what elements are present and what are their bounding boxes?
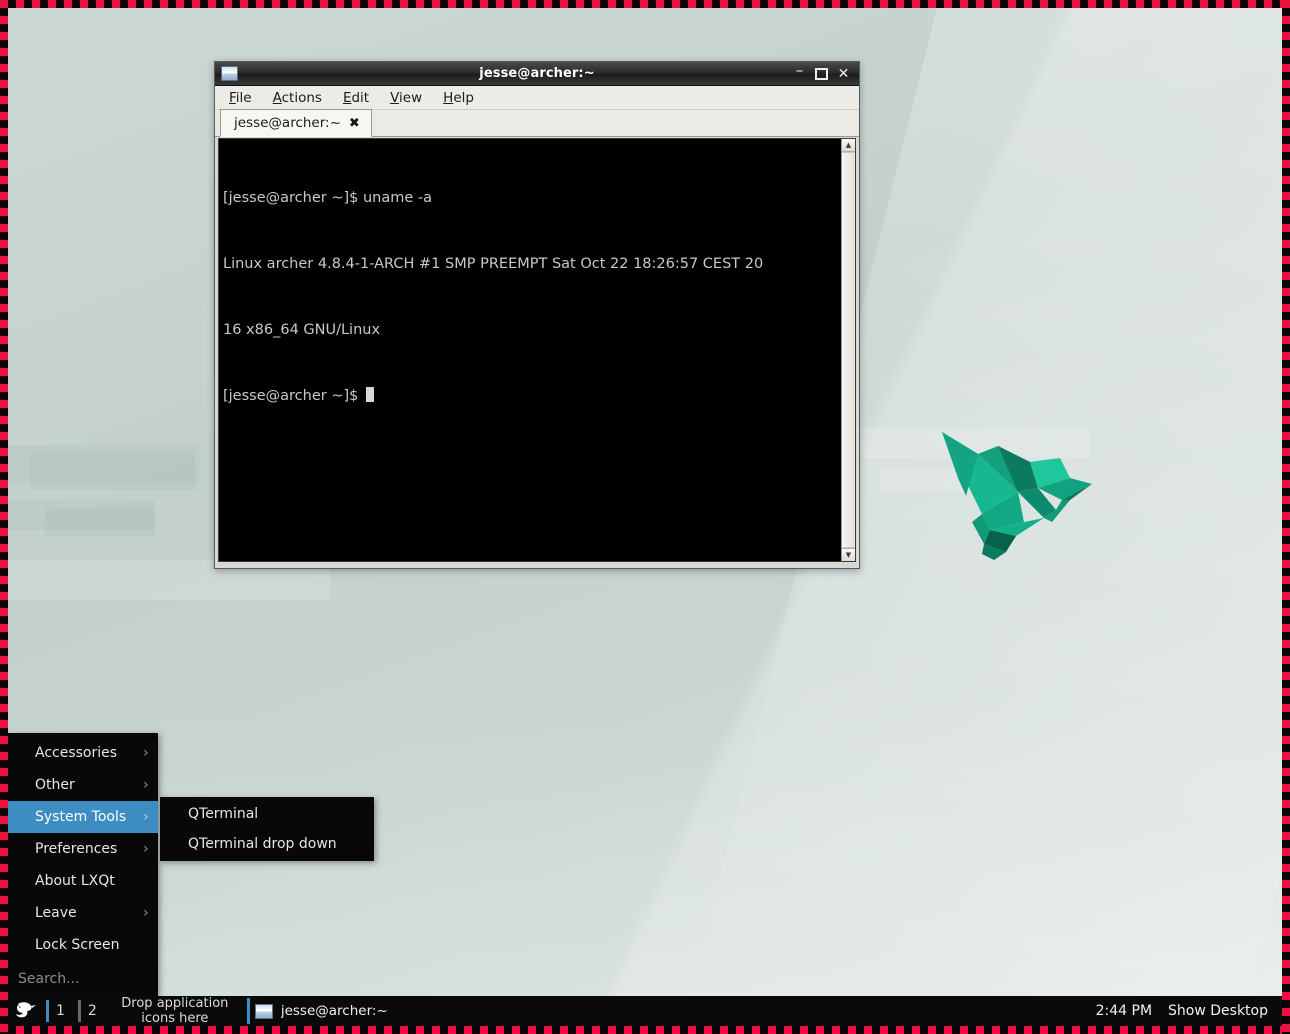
wallpaper-band-3 bbox=[0, 500, 155, 530]
screen-border-top bbox=[0, 0, 1290, 8]
menu-view[interactable]: View bbox=[390, 90, 422, 106]
wallpaper-band-1 bbox=[0, 445, 200, 483]
desktop[interactable]: jesse@archer:~ – ✕ File Actions Edit Vie… bbox=[0, 0, 1290, 1034]
terminal-body[interactable]: [jesse@archer ~]$ uname -a Linux archer … bbox=[218, 138, 856, 562]
scroll-down-icon[interactable]: ▼ bbox=[842, 548, 855, 561]
terminal-window-icon bbox=[254, 1003, 273, 1019]
menu-item-leave[interactable]: Leave › bbox=[7, 897, 158, 929]
menu-search-input[interactable]: Search... bbox=[7, 961, 158, 997]
terminal-menubar[interactable]: File Actions Edit View Help bbox=[215, 86, 859, 110]
chevron-right-icon: › bbox=[143, 809, 149, 825]
workspace-label: 2 bbox=[87, 1003, 97, 1019]
screen-border-bottom bbox=[0, 1026, 1290, 1034]
tab-close-icon[interactable]: ✖ bbox=[349, 116, 360, 131]
menu-edit[interactable]: Edit bbox=[343, 90, 369, 106]
hummingbird-icon bbox=[942, 432, 1092, 560]
menu-item-label: Preferences bbox=[35, 841, 118, 857]
window-list[interactable]: jesse@archer:~ bbox=[244, 996, 1080, 1026]
menu-item-preferences[interactable]: Preferences › bbox=[7, 833, 158, 865]
clock[interactable]: 2:44 PM bbox=[1080, 1003, 1168, 1019]
quicklaunch-dropzone[interactable]: Drop application icons here bbox=[106, 996, 244, 1026]
workspace-switcher[interactable]: 1 2 bbox=[42, 999, 106, 1023]
close-icon[interactable]: ✕ bbox=[837, 67, 850, 81]
terminal-tabbar[interactable]: jesse@archer:~ ✖ bbox=[215, 109, 859, 137]
menu-item-label: Leave bbox=[35, 905, 77, 921]
terminal-window[interactable]: jesse@archer:~ – ✕ File Actions Edit Vie… bbox=[214, 61, 860, 569]
scrollbar-thumb[interactable] bbox=[842, 152, 855, 548]
menu-actions[interactable]: Actions bbox=[273, 90, 322, 106]
terminal-titlebar[interactable]: jesse@archer:~ – ✕ bbox=[215, 62, 859, 86]
menu-item-system-tools[interactable]: System Tools › bbox=[7, 801, 158, 833]
terminal-output[interactable]: [jesse@archer ~]$ uname -a Linux archer … bbox=[219, 139, 841, 561]
lxqt-bird-logo-icon[interactable] bbox=[8, 996, 42, 1026]
terminal-tab-label: jesse@archer:~ bbox=[234, 115, 341, 131]
terminal-line: 16 x86_64 GNU/Linux bbox=[223, 322, 381, 338]
chevron-right-icon: › bbox=[143, 777, 149, 793]
wallpaper-band-2 bbox=[30, 452, 195, 490]
chevron-right-icon: › bbox=[143, 841, 149, 857]
workspace-2[interactable]: 2 bbox=[74, 999, 106, 1023]
show-desktop-button[interactable]: Show Desktop bbox=[1168, 1003, 1282, 1019]
maximize-icon[interactable] bbox=[815, 68, 828, 80]
taskbar-window-label: jesse@archer:~ bbox=[280, 1003, 388, 1019]
wallpaper-band-4 bbox=[45, 508, 155, 536]
menu-item-lock-screen[interactable]: Lock Screen bbox=[7, 929, 158, 961]
chevron-right-icon: › bbox=[143, 745, 149, 761]
terminal-line: Linux archer 4.8.4-1-ARCH #1 SMP PREEMPT… bbox=[223, 256, 764, 272]
menu-file[interactable]: File bbox=[229, 90, 252, 106]
menu-item-label: Other bbox=[35, 777, 75, 793]
submenu-item-qterminal[interactable]: QTerminal bbox=[160, 799, 374, 829]
terminal-window-icon bbox=[221, 66, 238, 81]
minimize-icon[interactable]: – bbox=[793, 62, 806, 77]
workspace-indicator bbox=[77, 1000, 81, 1022]
taskbar[interactable]: 1 2 Drop application icons here jesse@ar… bbox=[8, 996, 1282, 1026]
wallpaper-facet-bottom bbox=[0, 704, 1290, 1034]
terminal-line: [jesse@archer ~]$ uname -a bbox=[223, 190, 432, 206]
terminal-cursor bbox=[365, 387, 374, 402]
window-controls[interactable]: – ✕ bbox=[793, 62, 855, 81]
menu-item-accessories[interactable]: Accessories › bbox=[7, 737, 158, 769]
terminal-scrollbar[interactable]: ▲ ▼ bbox=[841, 139, 855, 561]
terminal-window-title: jesse@archer:~ bbox=[479, 66, 595, 81]
terminal-prompt: [jesse@archer ~]$ bbox=[223, 388, 363, 404]
menu-item-label: About LXQt bbox=[35, 873, 115, 889]
workspace-indicator bbox=[46, 1000, 49, 1022]
menu-item-about-lxqt[interactable]: About LXQt bbox=[7, 865, 158, 897]
system-tools-submenu[interactable]: QTerminal QTerminal drop down bbox=[160, 797, 374, 861]
terminal-tab[interactable]: jesse@archer:~ ✖ bbox=[220, 109, 372, 137]
menu-item-label: System Tools bbox=[35, 809, 127, 825]
menu-help[interactable]: Help bbox=[443, 90, 474, 106]
workspace-1[interactable]: 1 bbox=[42, 999, 74, 1023]
application-menu[interactable]: Accessories › Other › System Tools › Pre… bbox=[7, 733, 158, 997]
workspace-label: 1 bbox=[56, 1003, 65, 1019]
scroll-up-icon[interactable]: ▲ bbox=[842, 139, 855, 152]
chevron-right-icon: › bbox=[143, 905, 149, 921]
menu-item-other[interactable]: Other › bbox=[7, 769, 158, 801]
submenu-item-qterminal-drop-down[interactable]: QTerminal drop down bbox=[160, 829, 374, 859]
terminal-prompt-line: [jesse@archer ~]$ bbox=[223, 385, 841, 407]
menu-item-label: Accessories bbox=[35, 745, 118, 761]
menu-item-label: Lock Screen bbox=[35, 937, 120, 953]
screen-border-right bbox=[1282, 0, 1290, 1034]
taskbar-window-button[interactable]: jesse@archer:~ bbox=[246, 998, 398, 1024]
